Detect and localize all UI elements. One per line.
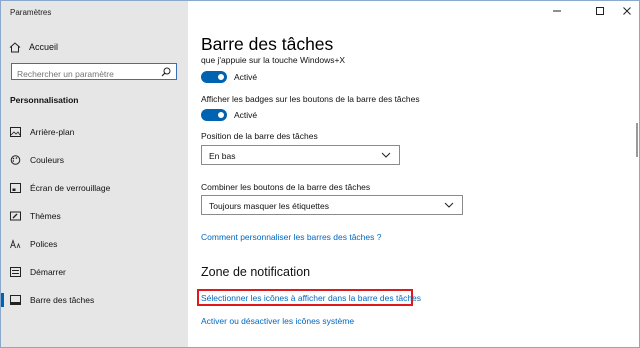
sidebar-item-label: Barre des tâches <box>30 295 95 305</box>
sidebar-item-label: Polices <box>30 239 58 249</box>
search-box[interactable] <box>11 63 177 81</box>
winx-toggle[interactable] <box>201 71 227 83</box>
sidebar-item-label: Écran de verrouillage <box>30 183 111 193</box>
sidebar-item-taskbar[interactable]: Barre des tâches <box>1 291 188 309</box>
winx-toggle-state: Activé <box>234 72 258 82</box>
position-value: En bas <box>209 151 236 161</box>
sidebar-item-fonts[interactable]: Polices <box>1 235 188 253</box>
minimize-icon <box>553 10 561 12</box>
sidebar-item-label: Arrière-plan <box>30 127 75 137</box>
badges-toggle-state: Activé <box>234 110 258 120</box>
palette-icon <box>10 155 21 165</box>
notification-area-heading: Zone de notification <box>201 265 311 279</box>
combine-dropdown[interactable]: Toujours masquer les étiquettes <box>201 195 463 215</box>
settings-window: Paramètres Accueil Personnalisation Arri… <box>0 0 640 348</box>
sidebar-item-lock-screen[interactable]: Écran de verrouillage <box>1 179 188 197</box>
sidebar-item-colors[interactable]: Couleurs <box>1 151 188 169</box>
page-title: Barre des tâches <box>201 34 334 54</box>
chevron-down-icon <box>381 152 391 158</box>
minimize-button[interactable] <box>548 3 566 19</box>
font-icon <box>10 239 21 249</box>
image-icon <box>10 127 21 137</box>
position-dropdown[interactable]: En bas <box>201 145 400 165</box>
window-title: Paramètres <box>10 8 52 17</box>
combine-value: Toujours masquer les étiquettes <box>209 201 330 211</box>
badges-toggle[interactable] <box>201 109 227 121</box>
combine-label: Combiner les boutons de la barre des tâc… <box>201 182 371 192</box>
sidebar: Paramètres Accueil Personnalisation Arri… <box>1 1 188 347</box>
home-nav-item[interactable]: Accueil <box>9 40 184 54</box>
home-icon <box>9 41 21 52</box>
maximize-icon <box>596 7 604 15</box>
home-label: Accueil <box>29 42 59 52</box>
maximize-button[interactable] <box>591 3 609 19</box>
section-label: Personnalisation <box>10 95 79 105</box>
main-panel: Barre des tâches que j'appuie sur la tou… <box>188 1 639 347</box>
sidebar-item-start[interactable]: Démarrer <box>1 263 188 281</box>
search-input[interactable] <box>12 67 157 81</box>
winx-description: que j'appuie sur la touche Windows+X <box>201 55 346 65</box>
position-label: Position de la barre des tâches <box>201 131 318 141</box>
chevron-down-icon <box>444 202 454 208</box>
sidebar-item-label: Thèmes <box>30 211 61 221</box>
sidebar-item-label: Couleurs <box>30 155 65 165</box>
taskbar-icon <box>10 295 21 305</box>
lock-screen-icon <box>10 183 21 193</box>
search-icon[interactable] <box>161 67 171 77</box>
start-icon <box>10 267 21 277</box>
brush-icon <box>10 211 21 221</box>
select-icons-link[interactable]: Sélectionner les icônes à afficher dans … <box>201 293 421 303</box>
system-icons-link[interactable]: Activer ou désactiver les icônes système <box>201 316 354 326</box>
close-icon <box>623 7 631 15</box>
sidebar-item-label: Démarrer <box>30 267 66 277</box>
close-button[interactable] <box>618 3 636 19</box>
scrollbar[interactable] <box>636 123 638 157</box>
badges-label: Afficher les badges sur les boutons de l… <box>201 94 420 104</box>
customize-taskbar-link[interactable]: Comment personnaliser les barres des tâc… <box>201 232 381 242</box>
sidebar-item-background[interactable]: Arrière-plan <box>1 123 188 141</box>
sidebar-item-themes[interactable]: Thèmes <box>1 207 188 225</box>
